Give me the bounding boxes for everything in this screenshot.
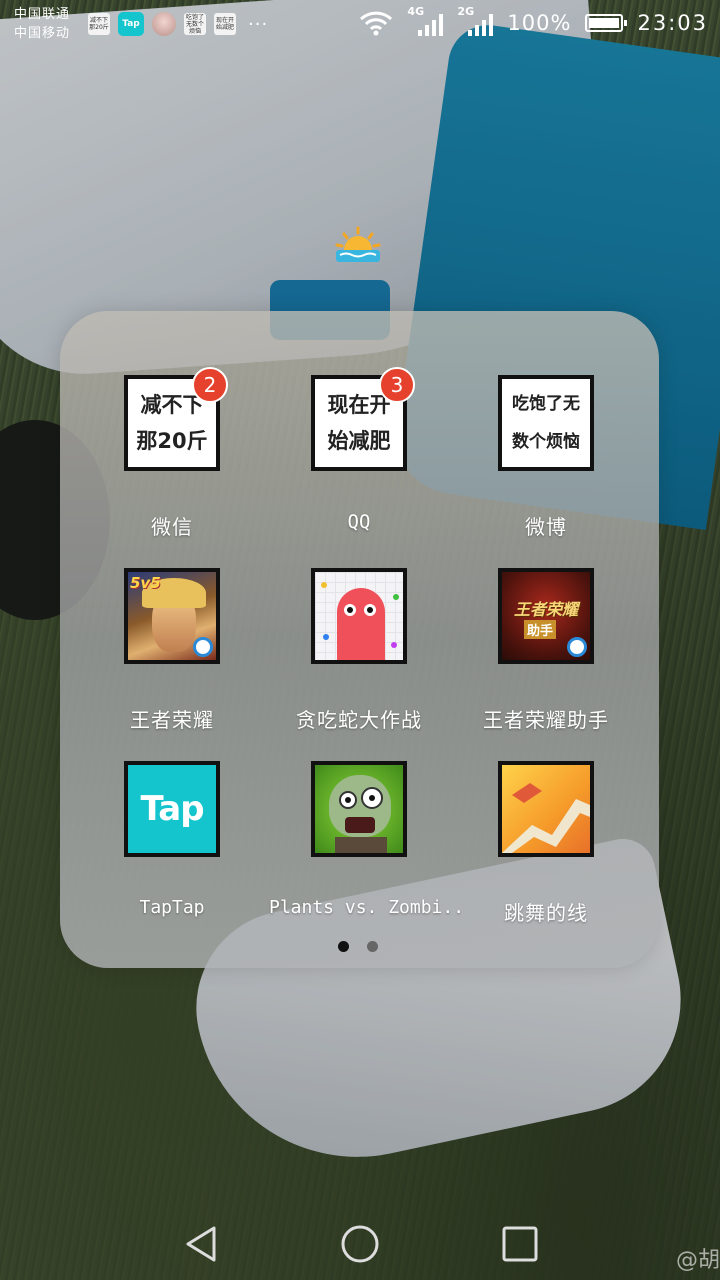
watermark: @胡 [675, 1248, 720, 1273]
honor-of-kings-icon[interactable]: 5v5 [124, 568, 220, 664]
app-label: QQ [347, 511, 371, 533]
battery-icon [585, 14, 628, 32]
status-bar: 中国联通 中国移动 减不下那20斤 Tap 吃饱了无数个烦恼 现在开始减肥 ··… [0, 0, 720, 50]
status-right: 4G 2G 100% 23:03 [359, 5, 708, 38]
notification-badge: 3 [379, 367, 415, 403]
app-honor-of-kings-assistant[interactable]: 王者荣耀 助手 王者荣耀助手 [456, 568, 636, 733]
snake-eye-icon [344, 604, 356, 616]
zombie-eye-icon [361, 787, 383, 809]
app-notification-icon: 现在开始减肥 [214, 13, 236, 35]
app-honor-of-kings[interactable]: 5v5 王者荣耀 [82, 568, 262, 733]
notification-badge: 2 [192, 367, 228, 403]
snake-body-icon [337, 588, 385, 660]
qq-icon[interactable]: 现在开 始减肥 3 [311, 367, 415, 471]
signal-icon-1: 4G [407, 5, 444, 38]
page-indicator [338, 941, 378, 952]
zombie-mouth-icon [345, 817, 375, 833]
dancing-line-icon[interactable] [498, 761, 594, 857]
carrier-1: 中国联通 [14, 7, 71, 22]
snake-eye-icon [364, 604, 376, 616]
avatar-icon [152, 12, 176, 36]
app-dancing-line[interactable]: 跳舞的线 [456, 761, 636, 926]
page-dot[interactable] [367, 941, 378, 952]
app-label: 王者荣耀 [130, 708, 214, 732]
navigation-bar [0, 1200, 720, 1280]
signal-icon-2: 2G [457, 5, 494, 38]
logo-text: 助手 [524, 620, 557, 639]
recents-square-icon[interactable] [500, 1224, 540, 1264]
tencent-games-icon [567, 637, 587, 657]
app-label: 微信 [151, 515, 193, 539]
app-snake-battle[interactable]: 贪吃蛇大作战 [269, 568, 449, 733]
taptap-logo-text: Tap [140, 789, 204, 829]
mode-label: 5v5 [130, 574, 161, 592]
app-label: 跳舞的线 [504, 901, 588, 925]
back-triangle-icon[interactable] [182, 1224, 222, 1264]
app-notification-icon: 减不下那20斤 [88, 13, 110, 35]
plants-vs-zombies-icon[interactable] [311, 761, 407, 857]
app-notification-icon: 吃饱了无数个烦恼 [184, 13, 206, 35]
app-plants-vs-zombies[interactable]: Plants vs. Zombi.. [269, 761, 465, 918]
app-weibo[interactable]: 吃饱了无 数个烦恼 微博 [456, 375, 636, 540]
icon-text-line: 吃饱了无 [512, 394, 580, 414]
logo-text: 王者荣耀 [513, 600, 578, 619]
wifi-icon [360, 11, 393, 36]
app-folder: 减不下 那20斤 2 微信 现在开 始减肥 3 QQ 吃饱了无 数个烦恼 微博 [60, 311, 659, 968]
home-circle-icon[interactable] [340, 1224, 380, 1264]
weibo-icon[interactable]: 吃饱了无 数个烦恼 [498, 375, 594, 471]
tencent-games-icon [193, 637, 213, 657]
clock: 23:03 [637, 11, 708, 35]
battery-percent: 100% [507, 11, 572, 35]
sunrise-icon[interactable] [334, 226, 382, 264]
icon-text-line: 始减肥 [327, 429, 391, 453]
app-taptap[interactable]: Tap TapTap [82, 761, 262, 918]
honor-assistant-icon[interactable]: 王者荣耀 助手 [498, 568, 594, 664]
app-label: 贪吃蛇大作战 [296, 708, 422, 732]
taptap-app-icon[interactable]: Tap [124, 761, 220, 857]
app-label: 王者荣耀助手 [483, 708, 609, 732]
zigzag-line-icon [502, 783, 590, 853]
zombie-eye-icon [339, 791, 357, 809]
snake-battle-icon[interactable] [311, 568, 407, 664]
taptap-icon: Tap [118, 12, 144, 36]
app-qq[interactable]: 现在开 始减肥 3 QQ [269, 367, 449, 533]
carrier-2: 中国移动 [14, 26, 71, 41]
more-notifications-icon: ··· [248, 13, 269, 35]
page-dot-active[interactable] [338, 941, 349, 952]
app-label: Plants vs. Zombi.. [269, 897, 465, 918]
app-label: 微博 [525, 515, 567, 539]
app-wechat[interactable]: 减不下 那20斤 2 微信 [82, 367, 262, 540]
wechat-icon[interactable]: 减不下 那20斤 2 [124, 367, 228, 471]
app-label: TapTap [139, 897, 205, 918]
notification-icons: 减不下那20斤 Tap 吃饱了无数个烦恼 现在开始减肥 ··· [88, 12, 268, 36]
icon-text-line: 数个烦恼 [512, 432, 580, 452]
icon-text-line: 那20斤 [136, 429, 208, 453]
carrier-info: 中国联通 中国移动 [14, 5, 70, 43]
